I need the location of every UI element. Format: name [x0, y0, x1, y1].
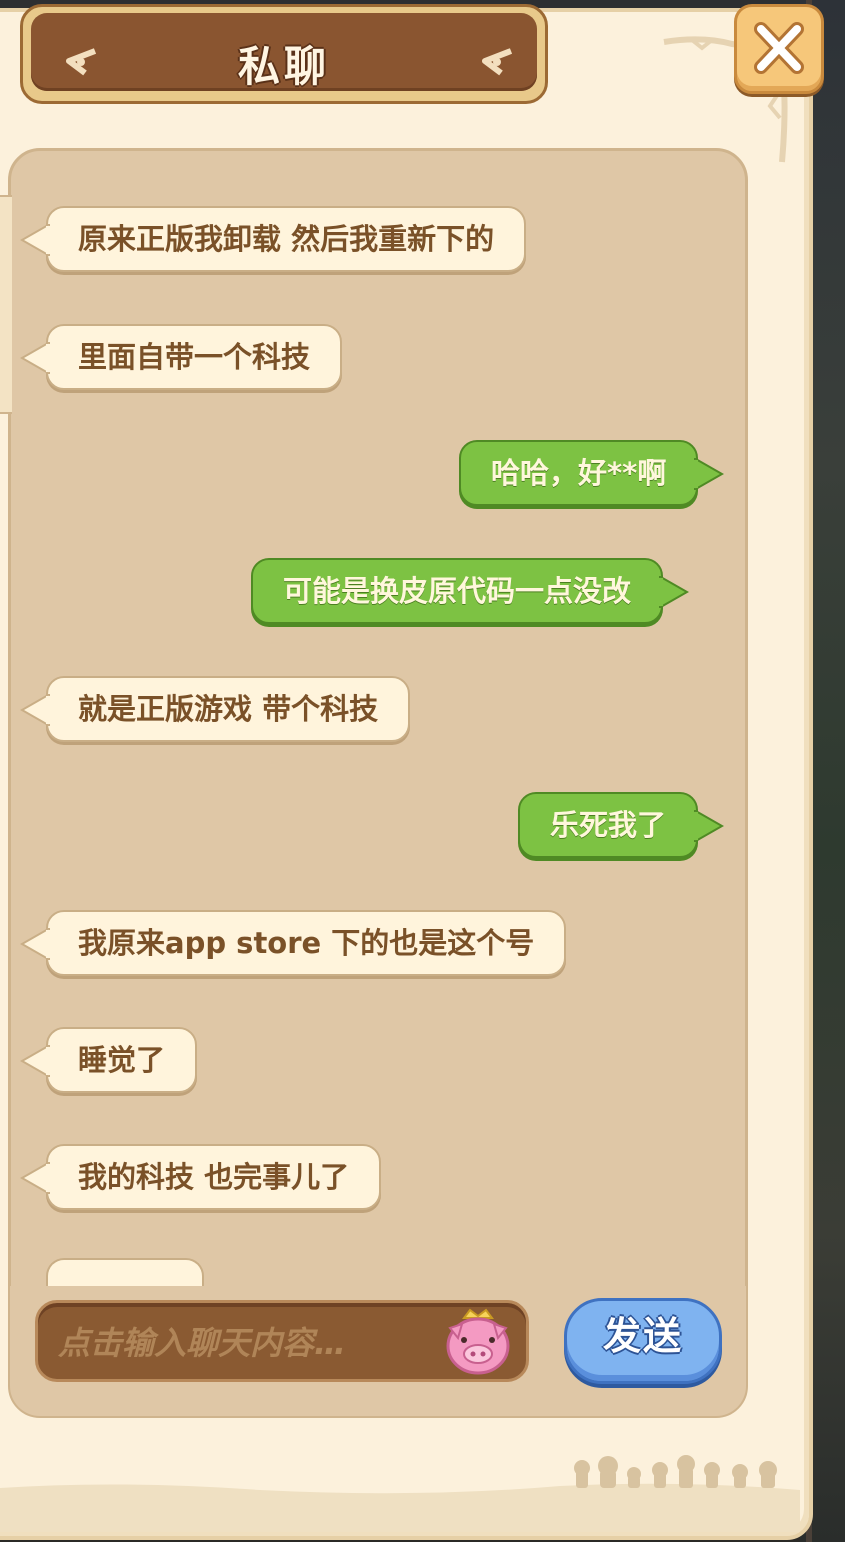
message-text: 哈哈，好**啊 — [491, 456, 667, 490]
bubble-tail — [659, 576, 690, 608]
bubble-tail — [694, 810, 725, 842]
ground-decoration — [0, 1455, 800, 1532]
message-text: 里面自带一个科技 — [78, 340, 311, 374]
page-title: 私聊 — [237, 42, 330, 91]
message-text: 可能是换皮原代码一点没改 — [283, 574, 632, 608]
close-button[interactable] — [734, 4, 824, 94]
title-plate: 私聊 — [20, 4, 548, 104]
bubble-tail — [20, 1162, 50, 1194]
message-bubble-outgoing: 可能是换皮原代码一点没改 — [251, 558, 690, 624]
bubble-tail — [20, 928, 50, 960]
message-bubble-incoming: 里面自带一个科技 — [20, 324, 343, 390]
bubble-tail — [20, 224, 50, 256]
side-tab — [0, 195, 12, 414]
message-bubble-incoming: 就是正版游戏 带个科技 — [20, 676, 411, 742]
send-button[interactable]: 发送 — [564, 1298, 722, 1384]
message-bubble-incoming: 我的科技 也完事儿了 — [20, 1144, 382, 1210]
message-text: 我的科技 也完事儿了 — [78, 1160, 350, 1194]
message-text: 乐死我了 — [550, 808, 667, 842]
message-text: 就是正版游戏 带个科技 — [78, 692, 379, 726]
message-bubble-incoming: 原来正版我卸载 然后我重新下的 — [20, 206, 527, 272]
bubble-tail — [20, 1045, 50, 1077]
message-text: 睡觉了 — [78, 1043, 166, 1077]
right-ornament-icon — [482, 48, 513, 76]
message-bubble-incoming: 睡觉了 — [20, 1027, 198, 1093]
title-plate-inner: 私聊 — [31, 13, 537, 91]
message-bubble-partial — [46, 1258, 204, 1288]
pig-emoji-icon[interactable] — [444, 1308, 512, 1376]
bubble-tail — [694, 458, 725, 490]
bubble-tail — [20, 342, 50, 374]
bubble-tail — [20, 694, 50, 726]
message-bubble-incoming: 我原来app store 下的也是这个号 — [20, 910, 567, 976]
creature-silhouettes-icon — [574, 1455, 777, 1488]
close-icon — [754, 22, 804, 74]
message-bubble-outgoing: 乐死我了 — [518, 792, 725, 858]
chat-input[interactable] — [56, 1317, 440, 1369]
message-bubble-outgoing: 哈哈，好**啊 — [459, 440, 725, 506]
message-text: 原来正版我卸载 然后我重新下的 — [78, 222, 495, 256]
message-text: 我原来app store 下的也是这个号 — [78, 926, 535, 960]
